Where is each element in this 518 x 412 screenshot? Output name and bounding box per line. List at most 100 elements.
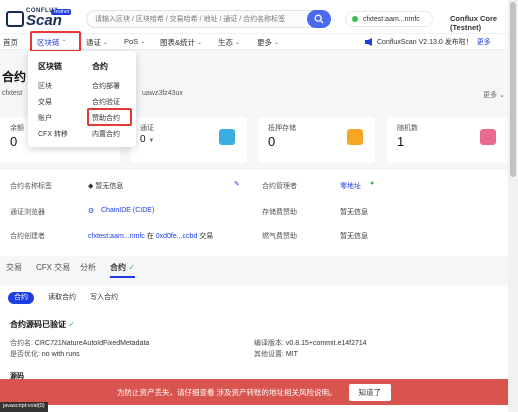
- contract-tabs: 交易 CFX 交易 分析 合约 ✓: [0, 262, 508, 278]
- pill-read-contract[interactable]: 读取合约: [42, 292, 82, 304]
- settings-label: 其他设置:: [254, 351, 284, 358]
- manager-label: 合约管理者: [262, 183, 297, 190]
- nav-tokens[interactable]: 通证 ⌄: [86, 37, 108, 48]
- conflux-logo-mark: [6, 11, 24, 27]
- page-more-button[interactable]: 更多 ⌄: [483, 90, 505, 100]
- account-address: cfxtest:aam...nmfc: [363, 15, 420, 23]
- tab-transactions[interactable]: 交易: [6, 262, 22, 273]
- contract-name-row: 合约名: CRC721NatureAutoIdFixedMetadata: [10, 338, 149, 348]
- menu-item-blocks[interactable]: 区块: [38, 81, 52, 91]
- account-button[interactable]: cfxtest:aam...nmfc: [345, 11, 433, 27]
- card-nonce-label: 随机数: [397, 125, 418, 132]
- menu-item-cfx-transfers[interactable]: CFX 转移: [38, 129, 68, 139]
- pill-contract[interactable]: 合约: [8, 292, 34, 304]
- menu-item-transactions[interactable]: 交易: [38, 97, 52, 107]
- card-storage-value: 0: [268, 134, 276, 149]
- compiler-row: 编译版本: v0.8.15+commit.e14f2714: [254, 338, 367, 348]
- announcement: ConfluxScan V2.13.0 发布啦！ 更多: [365, 37, 491, 47]
- page-scrollbar[interactable]: [508, 0, 518, 412]
- tab-contract[interactable]: 合约 ✓: [110, 262, 135, 278]
- scrollbar-thumb[interactable]: [510, 2, 516, 177]
- creator-mid-text: 在: [146, 233, 154, 240]
- contract-address-prefix: cfxtest: [2, 90, 23, 97]
- highlight-blockchain-nav: [30, 31, 81, 52]
- chevron-down-icon: ▼: [148, 138, 155, 144]
- search-icon: [314, 14, 324, 24]
- chainide-icon: ⚙: [88, 208, 95, 215]
- contract-address-tail: uawz3fz43ux: [142, 90, 183, 97]
- nav-home[interactable]: 首页: [3, 37, 18, 48]
- storage-sponsor-value: 暂无信息: [340, 209, 368, 216]
- page-more-label: 更多: [483, 92, 497, 99]
- edit-icon[interactable]: ✎: [234, 180, 240, 188]
- testnet-badge: Testnet: [51, 9, 72, 15]
- conflux-scan-logo[interactable]: CONFLUX Scan Testnet: [4, 8, 72, 30]
- verified-title: 合约源码已验证 ✓: [10, 319, 75, 330]
- network-selector[interactable]: Conflux Core (Testnet): [450, 14, 508, 32]
- search-button[interactable]: [307, 10, 331, 28]
- compiler-label: 编译版本:: [254, 340, 284, 347]
- nav-charts[interactable]: 图表&统计 ⌄: [160, 37, 202, 48]
- page-title: 合约: [2, 70, 27, 84]
- optimization-value: no with runs: [41, 351, 80, 358]
- settings-row: 其他设置: MIT: [254, 349, 298, 359]
- connected-dot-icon: [352, 16, 358, 22]
- manager-link[interactable]: 零地址: [340, 181, 361, 191]
- tab-contract-label: 合约: [110, 263, 126, 272]
- card-storage: 抵押存储 0: [258, 117, 375, 163]
- announcement-more-link[interactable]: 更多: [477, 37, 491, 47]
- nav-pos-label: PoS: [124, 37, 139, 46]
- name-tag-value: ◆ 暂无信息: [88, 181, 123, 191]
- explorer-link[interactable]: ChainIDE (CIDE): [101, 207, 154, 214]
- pill-write-contract[interactable]: 写入合约: [84, 292, 124, 304]
- optimization-label: 是否优化:: [10, 351, 40, 358]
- creator-suffix-text: 交易: [199, 233, 214, 240]
- tab-analysis[interactable]: 分析: [80, 262, 96, 273]
- name-tag-text: 暂无信息: [95, 183, 124, 190]
- nav-more[interactable]: 更多 ⌄: [257, 37, 279, 48]
- creator-label: 合约创建者: [10, 233, 45, 240]
- menu-item-contract-deploy[interactable]: 合约部署: [92, 81, 120, 91]
- blockchain-dropdown-menu: 区块链 区块 交易 账户 CFX 转移 合约 合约部署 合约验证 赞助合约 内置…: [28, 51, 136, 147]
- nav-ecosystem[interactable]: 生态 ⌄: [218, 37, 240, 48]
- tab-cfx-transfers[interactable]: CFX 交易: [36, 262, 70, 273]
- token-icon: [219, 129, 235, 145]
- dropdown-col1-heading: 区块链: [38, 62, 62, 71]
- creator-tx-link[interactable]: 0xd0fe...ccbd: [156, 233, 198, 240]
- menu-item-contract-verify[interactable]: 合约验证: [92, 97, 120, 107]
- chevron-down-icon: ⌄: [103, 40, 109, 46]
- card-balance-value: 0: [10, 134, 18, 149]
- browser-status-bar: javascript:void(0): [0, 402, 48, 412]
- card-nonce-value: 1: [397, 134, 405, 149]
- card-tokens: 通证 0 ▼: [130, 117, 247, 163]
- risk-warning-banner: 为防止资产丢失，请仔细查看 涉及资产转账的地址相关风险说明。 知道了: [0, 379, 508, 405]
- nav-tokens-label: 通证: [86, 38, 101, 47]
- gas-sponsor-label: 燃气费赞助: [262, 233, 297, 240]
- contract-info-panel: 合约名称标签 ◆ 暂无信息 ✎ 合约管理者 零地址 ● 通证浏览器 ⚙ Chai…: [0, 170, 508, 256]
- verified-check-icon: ✓: [128, 263, 135, 272]
- nav-pos[interactable]: PoS ⌄: [124, 37, 145, 46]
- contract-name-value: CRC721NatureAutoIdFixedMetadata: [34, 340, 150, 347]
- card-nonce: 随机数 1: [387, 117, 508, 163]
- search-input[interactable]: [87, 11, 297, 27]
- search-box: [86, 10, 331, 28]
- chevron-down-icon: ⌄: [274, 40, 280, 46]
- creator-value: cfxtest:aam...nmfc 在 0xd0fe...ccbd 交易: [88, 231, 213, 241]
- compiler-value: v0.8.15+commit.e14f2714: [285, 340, 367, 347]
- menu-item-accounts[interactable]: 账户: [38, 113, 52, 123]
- creator-address-link[interactable]: cfxtest:aam...nmfc: [88, 233, 145, 240]
- nav-charts-label: 图表&统计: [160, 38, 196, 47]
- top-header: CONFLUX Scan Testnet cfxtest:aam...nmfc …: [0, 0, 508, 34]
- nav-ecosystem-label: 生态: [218, 38, 233, 47]
- highlight-sponsor-contract: [87, 108, 132, 126]
- menu-item-builtin-contracts[interactable]: 内置合约: [92, 129, 120, 139]
- megaphone-icon: [365, 38, 372, 46]
- token-select[interactable]: 0 ▼: [140, 134, 154, 145]
- card-storage-label: 抵押存储: [268, 125, 296, 132]
- acknowledge-button[interactable]: 知道了: [348, 383, 392, 401]
- nonce-icon: [480, 129, 496, 145]
- verified-title-text: 合约源码已验证: [10, 320, 66, 329]
- contract-name-label: 合约名:: [10, 340, 33, 347]
- chevron-down-icon: ⌄: [140, 39, 146, 45]
- storage-sponsor-label: 存储费赞助: [262, 209, 297, 216]
